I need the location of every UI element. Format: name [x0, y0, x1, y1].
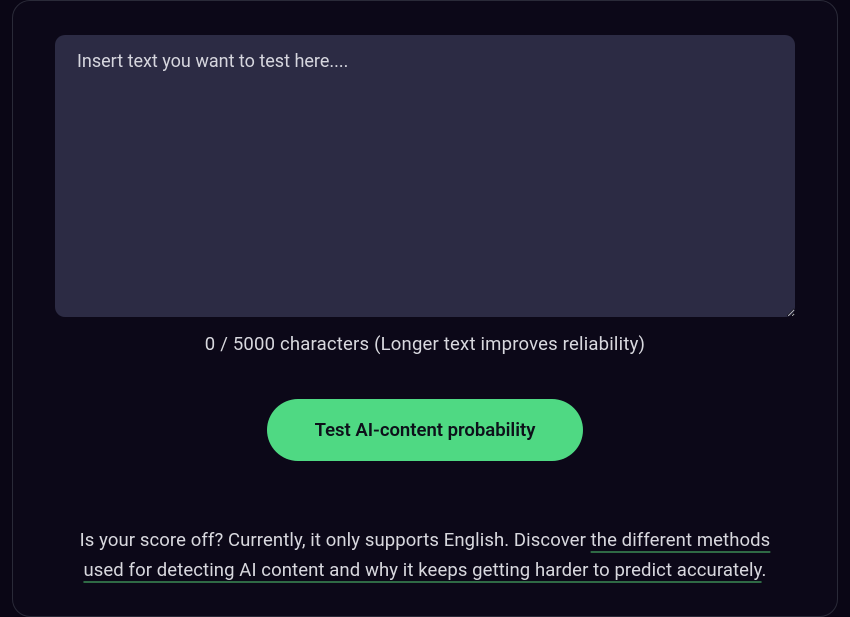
main-panel: 0 / 5000 characters (Longer text improve…: [12, 0, 838, 617]
counter-hint: (Longer text improves reliability): [374, 333, 645, 355]
character-counter: 0 / 5000 characters (Longer text improve…: [55, 333, 795, 355]
button-row: Test AI-content probability: [55, 399, 795, 461]
test-button[interactable]: Test AI-content probability: [267, 399, 584, 461]
counter-max: 5000: [233, 333, 275, 355]
footer-suffix: .: [762, 559, 767, 581]
counter-current: 0: [205, 333, 216, 355]
footer-prefix: Is your score off? Currently, it only su…: [80, 529, 591, 551]
footer-note: Is your score off? Currently, it only su…: [13, 525, 837, 586]
content-area: 0 / 5000 characters (Longer text improve…: [13, 1, 837, 461]
text-input[interactable]: [55, 35, 795, 317]
